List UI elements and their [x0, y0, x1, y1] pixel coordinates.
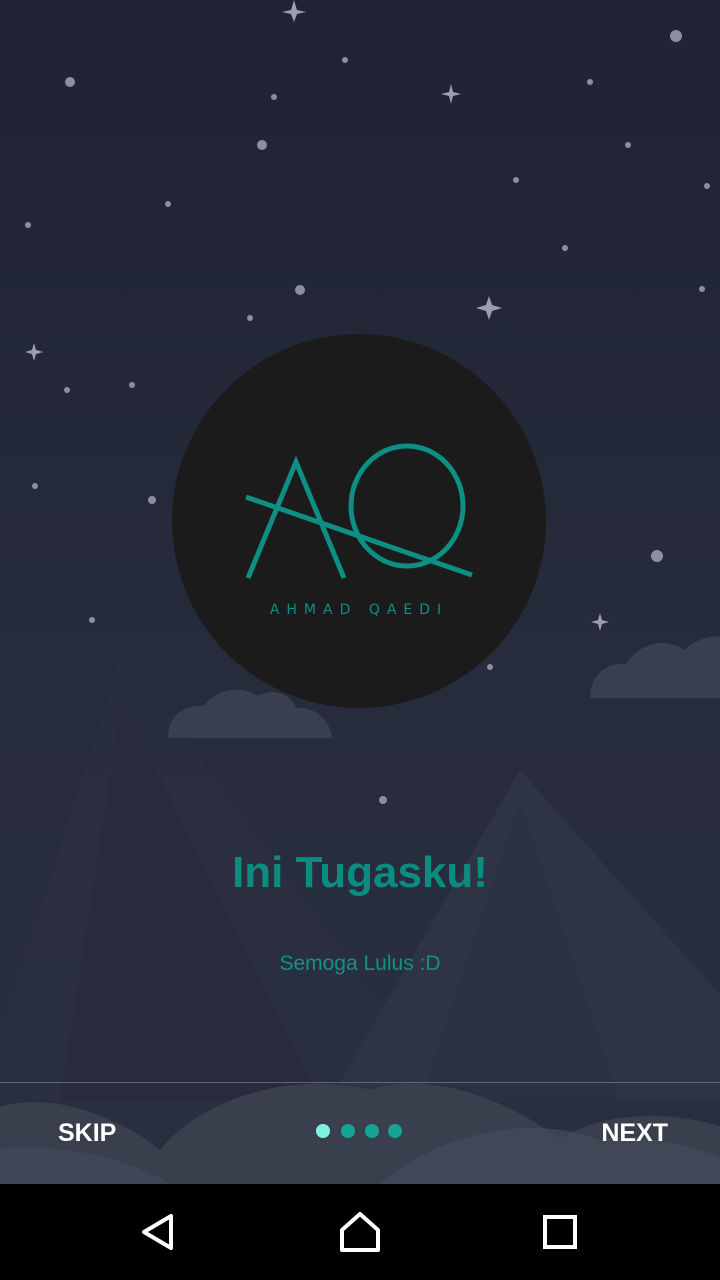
- logo-badge: AHMAD QAEDI: [172, 334, 546, 708]
- onboarding-screen: AHMAD QAEDI Ini Tugasku! Semoga Lulus :D…: [0, 0, 720, 1280]
- recents-square-icon: [543, 1215, 577, 1249]
- onboarding-subtitle: Semoga Lulus :D: [279, 952, 441, 975]
- onboarding-controls: SKIP NEXT: [0, 1083, 720, 1184]
- page-dot-1[interactable]: [316, 1124, 330, 1138]
- onboarding-title: Ini Tugasku!: [232, 848, 488, 897]
- skip-button[interactable]: SKIP: [58, 1119, 116, 1148]
- page-dot-4[interactable]: [388, 1124, 402, 1138]
- aq-monogram-logo: [245, 443, 473, 579]
- page-indicator: [316, 1124, 406, 1140]
- home-button[interactable]: [336, 1208, 384, 1256]
- recents-button[interactable]: [536, 1208, 584, 1256]
- next-button[interactable]: NEXT: [601, 1119, 668, 1148]
- logo-caption: AHMAD QAEDI: [269, 602, 449, 618]
- page-dot-2[interactable]: [341, 1124, 355, 1138]
- page-dot-3[interactable]: [365, 1124, 379, 1138]
- back-button[interactable]: [136, 1208, 184, 1256]
- system-navigation-bar: [0, 1184, 720, 1280]
- home-icon: [340, 1212, 380, 1252]
- back-triangle-icon: [142, 1214, 173, 1250]
